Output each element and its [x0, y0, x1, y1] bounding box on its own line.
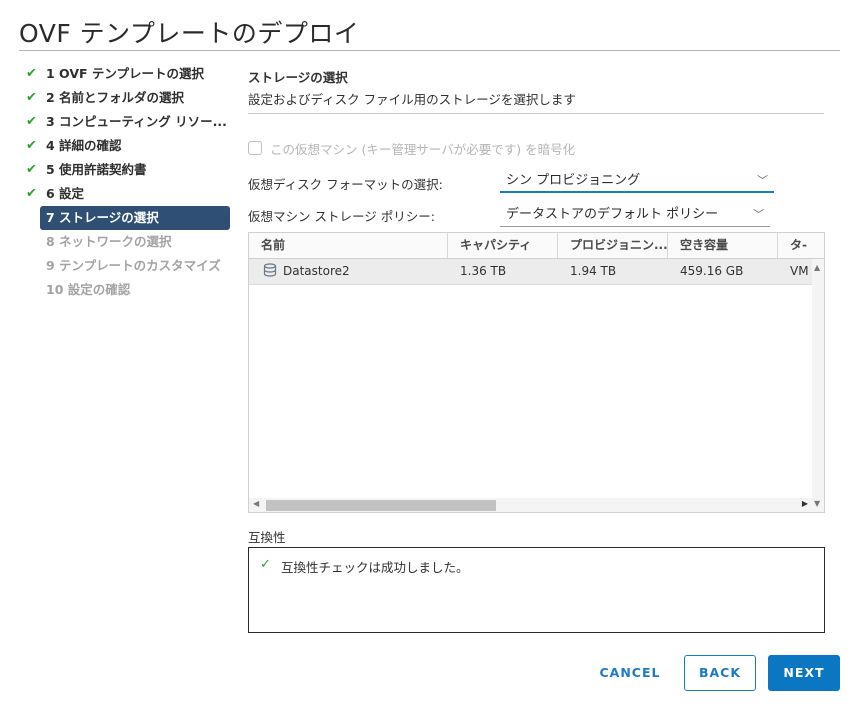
next-button[interactable]: NEXT	[768, 655, 840, 691]
compatibility-box: ✓ 互換性チェックは成功しました。	[248, 547, 825, 633]
step-2[interactable]: ✔ 2 名前とフォルダの選択	[26, 86, 232, 110]
row-capacity: 1.36 TB	[460, 264, 507, 278]
step-7-active[interactable]: 7 ストレージの選択	[40, 206, 230, 230]
step-label: 3 コンピューティング リソー...	[46, 114, 227, 129]
check-icon: ✔	[26, 186, 37, 201]
scroll-right-icon[interactable]: ▶	[802, 499, 808, 508]
step-label: 4 詳細の確認	[46, 138, 122, 153]
vertical-scrollbar[interactable]: ▲ ▼	[812, 259, 824, 512]
storage-policy-select[interactable]: データストアのデフォルト ポリシー ﹀	[500, 205, 770, 227]
step-label: 8 ネットワークの選択	[46, 234, 172, 249]
step-4[interactable]: ✔ 4 詳細の確認	[26, 134, 232, 158]
compatibility-message: 互換性チェックは成功しました。	[281, 560, 469, 575]
storage-policy-value: データストアのデフォルト ポリシー	[506, 207, 719, 222]
step-1[interactable]: ✔ 1 OVF テンプレートの選択	[26, 62, 232, 86]
cancel-button[interactable]: CANCEL	[592, 655, 668, 691]
back-button[interactable]: BACK	[684, 655, 756, 691]
step-6[interactable]: ✔ 6 設定	[26, 182, 232, 206]
step-3[interactable]: ✔ 3 コンピューティング リソー...	[26, 110, 232, 134]
horizontal-scrollbar[interactable]: ◀ ▶	[249, 498, 812, 512]
row-type: VM	[790, 264, 809, 278]
scroll-up-icon[interactable]: ▲	[814, 263, 820, 272]
title-divider	[19, 50, 840, 51]
grid-header: 名前 キャパシティ プロビジョニン... 空き容量 タ-	[249, 233, 824, 259]
check-icon: ✔	[26, 90, 37, 105]
step-10: 10 設定の確認	[26, 278, 232, 302]
step-label: 6 設定	[46, 186, 85, 201]
check-icon: ✔	[26, 114, 37, 129]
section-divider	[248, 113, 824, 114]
step-9: 9 テンプレートのカスタマイズ	[26, 254, 232, 278]
row-name: Datastore2	[283, 264, 350, 278]
step-5[interactable]: ✔ 5 使用許諾契約書	[26, 158, 232, 182]
step-label: 1 OVF テンプレートの選択	[46, 66, 205, 81]
scrollbar-thumb[interactable]	[266, 500, 496, 511]
check-icon: ✔	[26, 138, 37, 153]
row-free: 459.16 GB	[680, 264, 744, 278]
step-label: 10 設定の確認	[46, 282, 131, 297]
database-icon	[263, 263, 277, 277]
step-label: 2 名前とフォルダの選択	[46, 90, 185, 105]
check-icon: ✔	[26, 162, 37, 177]
column-provisioned[interactable]: プロビジョニン...	[558, 233, 668, 258]
dialog-title: OVF テンプレートのデプロイ	[19, 19, 360, 48]
encrypt-label: この仮想マシン (キー管理サーバが必要です) を暗号化	[270, 141, 576, 157]
table-row[interactable]: Datastore2 1.36 TB 1.94 TB 459.16 GB VM	[249, 259, 812, 285]
disk-format-value: シン プロビジョニング	[506, 173, 641, 188]
column-name[interactable]: 名前	[249, 233, 448, 258]
encrypt-checkbox[interactable]	[248, 141, 262, 155]
check-icon: ✓	[260, 557, 271, 572]
row-name-cell: Datastore2	[249, 259, 448, 284]
disk-format-select[interactable]: シン プロビジョニング ﹀	[500, 171, 774, 193]
wizard-steps: ✔ 1 OVF テンプレートの選択 ✔ 2 名前とフォルダの選択 ✔ 3 コンピューテ…	[26, 62, 232, 302]
scroll-left-icon[interactable]: ◀	[253, 499, 259, 508]
column-capacity[interactable]: キャパシティ	[448, 233, 558, 258]
disk-format-label: 仮想ディスク フォーマットの選択:	[248, 177, 443, 192]
check-icon: ✔	[26, 66, 37, 81]
datastore-grid: 名前 キャパシティ プロビジョニン... 空き容量 タ- Datastore2 …	[248, 232, 825, 513]
step-label: 5 使用許諾契約書	[46, 162, 147, 177]
chevron-down-icon: ﹀	[753, 208, 764, 221]
section-subtitle: 設定およびディスク ファイル用のストレージを選択します	[248, 92, 576, 107]
compatibility-title: 互換性	[248, 530, 286, 545]
scroll-down-icon[interactable]: ▼	[814, 499, 820, 508]
step-label: 9 テンプレートのカスタマイズ	[46, 258, 221, 273]
chevron-down-icon: ﹀	[757, 174, 768, 187]
section-title: ストレージの選択	[248, 70, 348, 85]
step-label: 7 ストレージの選択	[46, 210, 159, 225]
encrypt-option: この仮想マシン (キー管理サーバが必要です) を暗号化	[248, 139, 575, 157]
step-8: 8 ネットワークの選択	[26, 230, 232, 254]
column-free[interactable]: 空き容量	[668, 233, 778, 258]
column-type[interactable]: タ-	[778, 233, 824, 258]
row-provisioned: 1.94 TB	[570, 264, 617, 278]
storage-policy-label: 仮想マシン ストレージ ポリシー:	[248, 209, 435, 224]
